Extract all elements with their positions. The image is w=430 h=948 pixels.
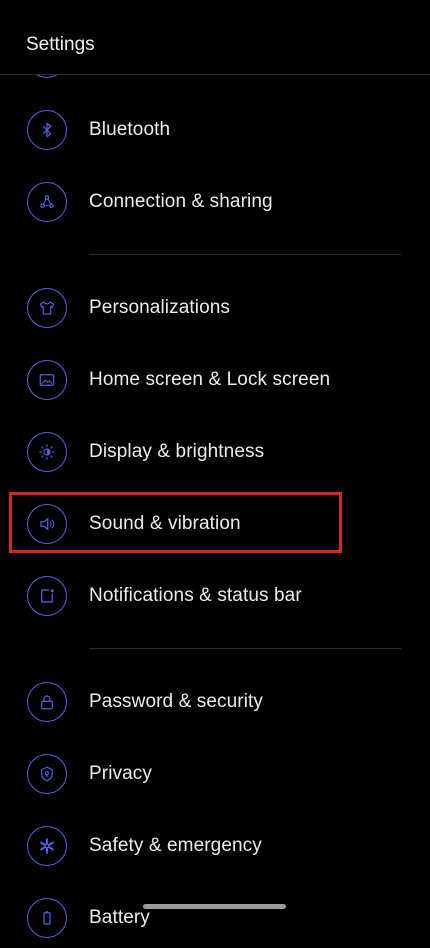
- speaker-icon: [27, 504, 67, 544]
- settings-item-connection-sharing[interactable]: Connection & sharing: [0, 172, 430, 232]
- battery-icon: [27, 898, 67, 938]
- lock-icon: [27, 682, 67, 722]
- shield-icon: [27, 754, 67, 794]
- page-title: Settings: [26, 34, 95, 55]
- settings-item-label: Notifications & status bar: [89, 585, 302, 606]
- settings-item-privacy[interactable]: Privacy: [0, 744, 430, 804]
- settings-item-sound-vibration[interactable]: Sound & vibration: [0, 494, 430, 554]
- section-divider: [89, 648, 401, 649]
- settings-item-label: Home screen & Lock screen: [89, 369, 331, 390]
- settings-item-label: Safety & emergency: [89, 835, 262, 856]
- settings-item-bluetooth[interactable]: Bluetooth: [0, 100, 430, 160]
- bluetooth-icon: [27, 110, 67, 150]
- settings-header: Settings: [0, 0, 430, 75]
- settings-item-label: Battery: [89, 907, 150, 928]
- settings-item-personalizations[interactable]: Personalizations: [0, 278, 430, 338]
- settings-list: Bluetooth Connection & sharing Personali…: [0, 0, 430, 938]
- settings-item-safety-emergency[interactable]: Safety & emergency: [0, 816, 430, 876]
- connection-sharing-icon: [27, 182, 67, 222]
- settings-item-label: Connection & sharing: [89, 191, 273, 212]
- settings-item-label: Bluetooth: [89, 119, 171, 140]
- brightness-icon: [27, 432, 67, 472]
- asterisk-icon: [27, 826, 67, 866]
- settings-item-label: Display & brightness: [89, 441, 265, 462]
- settings-item-label: Personalizations: [89, 297, 231, 318]
- notification-badge-icon: [27, 576, 67, 616]
- settings-item-display-brightness[interactable]: Display & brightness: [0, 422, 430, 482]
- tshirt-icon: [27, 288, 67, 328]
- image-frame-icon: [27, 360, 67, 400]
- settings-item-label: Password & security: [89, 691, 264, 712]
- settings-item-label: Sound & vibration: [89, 513, 241, 534]
- settings-item-password-security[interactable]: Password & security: [0, 672, 430, 732]
- settings-item-label: Privacy: [89, 763, 152, 784]
- settings-item-battery[interactable]: Battery: [0, 888, 430, 948]
- gesture-navigation-bar[interactable]: [143, 904, 286, 909]
- settings-item-notifications-status-bar[interactable]: Notifications & status bar: [0, 566, 430, 626]
- settings-item-home-lock-screen[interactable]: Home screen & Lock screen: [0, 350, 430, 410]
- section-divider: [89, 254, 401, 255]
